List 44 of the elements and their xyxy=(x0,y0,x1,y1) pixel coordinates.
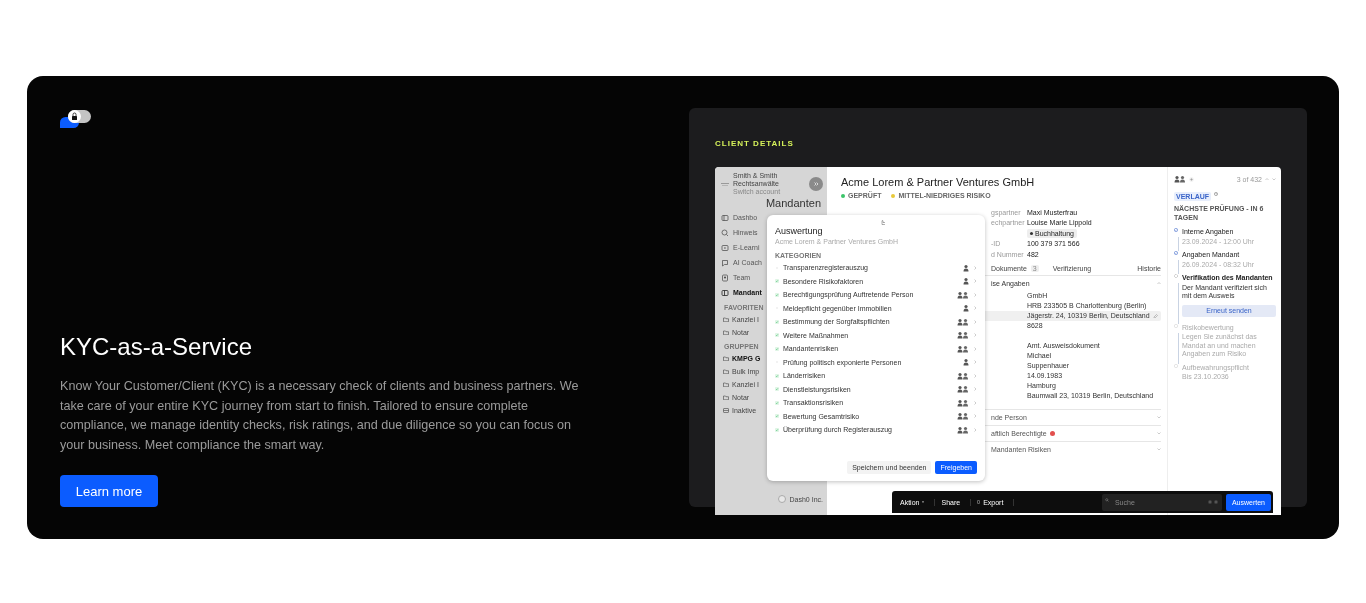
double-chevron-icon xyxy=(813,182,819,186)
people-icon xyxy=(957,317,969,326)
plus-icon xyxy=(1189,176,1194,182)
folder-icon xyxy=(723,369,729,374)
people-icon xyxy=(957,398,969,407)
chat-icon xyxy=(721,258,729,267)
clock-icon xyxy=(1214,192,1219,196)
hero-description: Know Your Customer/Client (KYC) is a necessary check of clients and business partners. We take care of your entire KYC journey from start to finish. Tailored to ensure complete compliance, we manage identity checks, risk ratings, and due diligence so you can focus on your business. Meet compliance the smart way. xyxy=(60,378,580,454)
people-icon xyxy=(957,331,969,340)
page-heading: Mandanten xyxy=(765,197,821,210)
folder-icon xyxy=(723,330,729,335)
person-icon xyxy=(963,304,969,313)
modal-title: Auswertung xyxy=(775,226,824,236)
radio-button[interactable] xyxy=(777,495,786,503)
search-icon xyxy=(721,228,729,237)
hero-title: KYC-as-a-Service xyxy=(60,333,254,362)
id-card-icon xyxy=(721,273,729,282)
sidebar-panel-icon xyxy=(721,288,729,297)
learn-more-button[interactable]: Learn more xyxy=(60,475,158,507)
lock-logo-icon xyxy=(60,110,91,128)
people-icon xyxy=(957,344,969,353)
person-icon xyxy=(963,263,969,272)
person-icon xyxy=(963,358,969,367)
people-icon xyxy=(957,371,969,380)
folder-icon xyxy=(723,382,729,387)
client-title: Acme Lorem & Partner Ventures GmbH xyxy=(841,176,1036,189)
folder-icon xyxy=(723,395,729,400)
folder-icon xyxy=(723,356,729,361)
play-icon xyxy=(721,243,729,252)
people-icon xyxy=(957,412,969,421)
expand-button[interactable] xyxy=(809,177,823,191)
section-label: CLIENT DETAILS xyxy=(715,139,794,149)
archive-icon xyxy=(723,408,729,413)
hand-cursor-icon xyxy=(879,219,885,225)
person-icon xyxy=(963,277,969,286)
search-icon xyxy=(1104,498,1109,502)
company-logo-icon xyxy=(720,180,730,188)
people-icon xyxy=(957,385,969,394)
sidebar-panel-icon xyxy=(721,213,729,222)
folder-icon xyxy=(723,317,729,322)
chevron-down-icon xyxy=(1272,177,1276,181)
people-icon xyxy=(1174,175,1186,183)
people-icon xyxy=(957,425,969,434)
people-icon xyxy=(957,290,969,299)
